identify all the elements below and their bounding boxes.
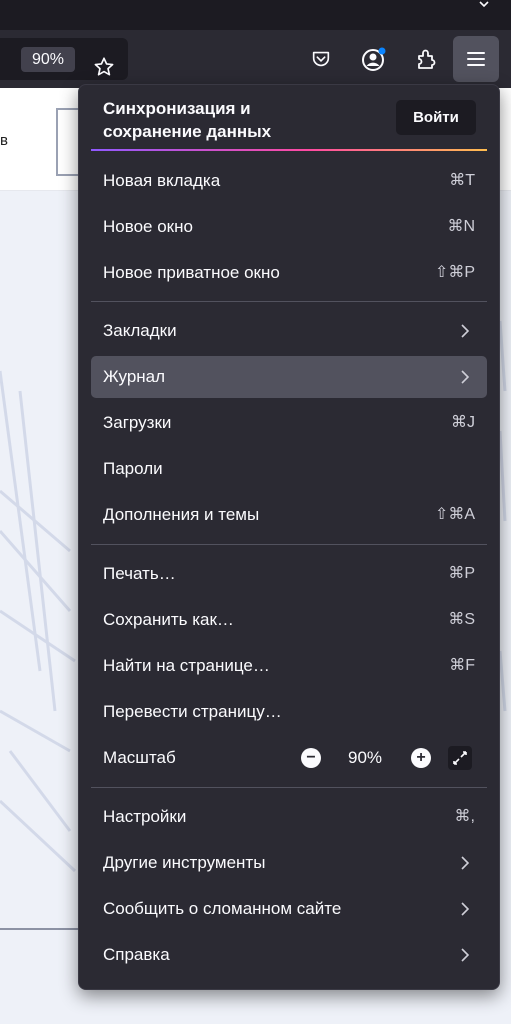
menu-item-zoom: Масштаб − 90% + [91,737,487,779]
zoom-indicator[interactable]: 90% [21,47,75,72]
menu-item-shortcut: ⌘, [454,808,475,825]
zoom-value[interactable]: 90% [335,737,395,779]
hamburger-menu-icon[interactable] [453,36,499,82]
menu-item-shortcut: ⇧⌘P [434,264,475,281]
navigation-toolbar: 90% [0,30,511,88]
menu-item-label: Другие инструменты [103,853,266,872]
menu-item-save-as[interactable]: Сохранить как… ⌘S [91,599,487,641]
title-bar [0,0,511,30]
menu-item-label: Сообщить о сломанном сайте [103,899,342,918]
menu-item-print[interactable]: Печать… ⌘P [91,553,487,595]
menu-item-downloads[interactable]: Загрузки ⌘J [91,402,487,444]
menu-item-addons-themes[interactable]: Дополнения и темы ⇧⌘A [91,494,487,536]
menu-separator [91,544,487,545]
menu-item-label: Новое окно [103,217,193,236]
fullscreen-icon[interactable] [448,746,472,770]
sync-title: Синхронизация и сохранение данных [103,99,272,141]
chevron-down-icon[interactable] [479,0,489,10]
chevron-right-icon [461,948,470,962]
menu-item-label: Журнал [103,367,166,386]
page-text-fragment: в [0,132,8,149]
chevron-right-icon [461,902,470,916]
menu-item-new-private-window[interactable]: Новое приватное окно ⇧⌘P [91,252,487,294]
menu-item-translate-page[interactable]: Перевести страницу… [91,691,487,733]
menu-item-label: Новая вкладка [103,171,221,190]
menu-item-find-in-page[interactable]: Найти на странице… ⌘F [91,645,487,687]
menu-item-help[interactable]: Справка [91,934,487,976]
chevron-right-icon [461,370,470,384]
menu-separator [91,787,487,788]
menu-item-shortcut: ⌘J [451,414,475,431]
url-bar[interactable]: 90% [0,38,128,80]
menu-item-new-tab[interactable]: Новая вкладка ⌘T [91,160,487,202]
page-divider-line [0,928,80,930]
menu-item-label: Справка [103,945,170,964]
menu-item-more-tools[interactable]: Другие инструменты [91,842,487,884]
extensions-icon[interactable] [410,43,442,75]
menu-item-label: Загрузки [103,413,172,432]
menu-item-passwords[interactable]: Пароли [91,448,487,490]
menu-item-label: Перевести страницу… [103,702,282,721]
menu-item-shortcut: ⌘N [447,218,475,235]
menu-item-settings[interactable]: Настройки ⌘, [91,796,487,838]
menu-item-shortcut: ⌘S [448,611,475,628]
menu-item-bookmarks[interactable]: Закладки [91,310,487,352]
menu-item-label: Настройки [103,807,187,826]
bookmark-star-icon[interactable] [88,51,120,83]
menu-item-shortcut: ⌘P [448,565,475,582]
notification-dot-icon [378,47,386,55]
sign-in-button[interactable]: Войти [396,100,476,135]
menu-item-label: Дополнения и темы [103,505,260,524]
account-icon[interactable] [358,43,390,75]
chevron-right-icon [461,856,470,870]
menu-item-report-broken-site[interactable]: Сообщить о сломанном сайте [91,888,487,930]
menu-item-shortcut: ⌘T [449,172,475,189]
sync-header: Синхронизация и сохранение данных Войти [79,85,499,149]
menu-separator [91,301,487,302]
menu-item-history[interactable]: Журнал [91,356,487,398]
menu-item-label: Пароли [103,459,163,478]
menu-item-label: Сохранить как… [103,610,234,629]
menu-item-label: Найти на странице… [103,656,270,675]
menu-item-label: Закладки [103,321,177,340]
menu-item-label: Новое приватное окно [103,263,280,282]
menu-item-shortcut: ⌘F [449,657,475,674]
chevron-right-icon [461,324,470,338]
zoom-out-button[interactable]: − [301,748,321,768]
zoom-in-button[interactable]: + [411,748,431,768]
sync-gradient-divider [91,149,487,151]
menu-item-shortcut: ⇧⌘A [434,506,475,523]
zoom-label: Масштаб [103,748,176,767]
menu-item-label: Печать… [103,564,176,583]
menu-item-new-window[interactable]: Новое окно ⌘N [91,206,487,248]
pocket-icon[interactable] [305,43,337,75]
app-menu-panel: Синхронизация и сохранение данных Войти … [78,84,500,990]
